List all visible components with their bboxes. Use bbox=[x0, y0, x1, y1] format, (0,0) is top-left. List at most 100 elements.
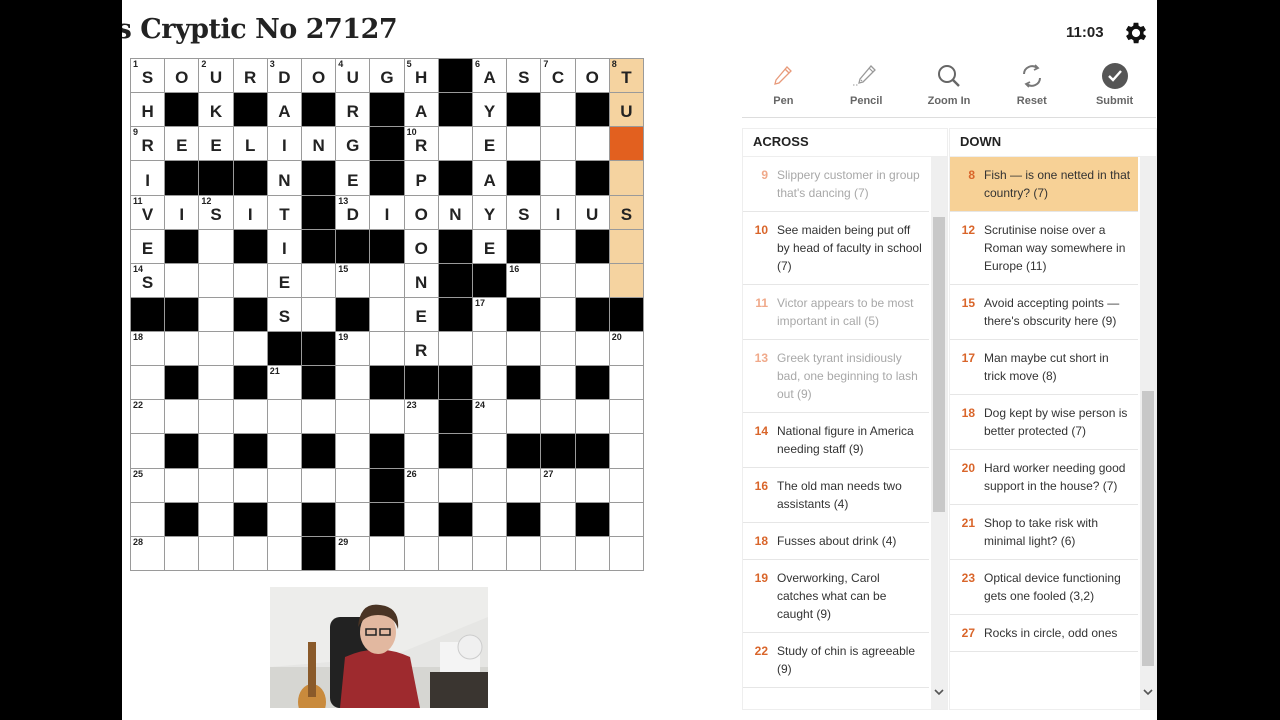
grid-cell[interactable] bbox=[370, 297, 404, 332]
grid-cell[interactable]: O bbox=[404, 195, 438, 229]
grid-cell[interactable]: 23 bbox=[404, 400, 438, 434]
grid-cell[interactable]: 10 R bbox=[404, 127, 438, 161]
grid-cell[interactable] bbox=[302, 400, 336, 434]
grid-cell[interactable]: E bbox=[131, 229, 165, 263]
down-scrollbar[interactable] bbox=[1140, 157, 1156, 709]
grid-cell[interactable] bbox=[575, 400, 609, 434]
grid-cell[interactable]: 25 bbox=[131, 468, 165, 502]
grid-cell[interactable] bbox=[507, 127, 541, 161]
grid-cell[interactable] bbox=[370, 332, 404, 366]
grid-cell[interactable]: K bbox=[199, 93, 233, 127]
grid-cell[interactable] bbox=[370, 400, 404, 434]
grid-cell[interactable]: O bbox=[165, 59, 199, 93]
down-clue-12[interactable]: 12 Scrutinise noise over a Roman way some… bbox=[950, 212, 1138, 285]
across-scrollbar-thumb[interactable] bbox=[933, 217, 945, 512]
grid-cell[interactable] bbox=[404, 536, 438, 570]
gear-icon[interactable] bbox=[1122, 19, 1150, 47]
grid-cell[interactable] bbox=[336, 366, 370, 400]
grid-cell[interactable] bbox=[131, 366, 165, 400]
grid-cell[interactable] bbox=[336, 468, 370, 502]
grid-cell[interactable] bbox=[438, 468, 472, 502]
grid-cell[interactable]: 22 bbox=[131, 400, 165, 434]
across-clue-16[interactable]: 16 The old man needs two assistants (4) bbox=[743, 468, 929, 523]
grid-cell[interactable] bbox=[541, 400, 575, 434]
grid-cell[interactable]: 29 bbox=[336, 536, 370, 570]
grid-cell[interactable] bbox=[507, 536, 541, 570]
down-clue-17[interactable]: 17 Man maybe cut short in trick move (8) bbox=[950, 340, 1138, 395]
grid-cell[interactable]: 20 bbox=[609, 332, 643, 366]
grid-cell[interactable] bbox=[541, 502, 575, 536]
grid-cell[interactable]: 28 bbox=[131, 536, 165, 570]
grid-cell[interactable] bbox=[541, 263, 575, 297]
grid-cell[interactable]: 17 bbox=[473, 297, 507, 332]
grid-cell[interactable] bbox=[199, 434, 233, 468]
grid-cell[interactable] bbox=[473, 332, 507, 366]
grid-cell[interactable]: 11 V bbox=[131, 195, 165, 229]
across-clue-11[interactable]: 11 Victor appears to be most important in… bbox=[743, 285, 929, 340]
grid-cell[interactable] bbox=[199, 366, 233, 400]
grid-cell[interactable]: P bbox=[404, 161, 438, 195]
grid-cell[interactable]: I bbox=[165, 195, 199, 229]
grid-cell[interactable] bbox=[541, 127, 575, 161]
grid-cell[interactable]: R bbox=[233, 59, 267, 93]
down-clue-20[interactable]: 20 Hard worker needing good support in th… bbox=[950, 450, 1138, 505]
grid-cell[interactable]: E bbox=[404, 297, 438, 332]
grid-cell[interactable] bbox=[575, 127, 609, 161]
grid-cell[interactable]: 6A bbox=[473, 59, 507, 93]
grid-cell[interactable]: Y bbox=[473, 195, 507, 229]
grid-cell[interactable] bbox=[404, 502, 438, 536]
grid-cell[interactable]: 13 D bbox=[336, 195, 370, 229]
grid-cell[interactable] bbox=[575, 536, 609, 570]
grid-cell[interactable] bbox=[541, 229, 575, 263]
grid-cell[interactable] bbox=[233, 263, 267, 297]
grid-cell[interactable] bbox=[165, 400, 199, 434]
grid-cell[interactable]: 4U bbox=[336, 59, 370, 93]
grid-cell[interactable]: 8T bbox=[609, 59, 643, 93]
grid-cell[interactable]: N bbox=[302, 127, 336, 161]
grid-cell[interactable]: 1S bbox=[131, 59, 165, 93]
across-scrollbar[interactable] bbox=[931, 157, 947, 709]
across-clue-19[interactable]: 19 Overworking, Carol catches what can be… bbox=[743, 560, 929, 633]
grid-cell[interactable]: O bbox=[575, 59, 609, 93]
grid-cell[interactable] bbox=[302, 297, 336, 332]
grid-cell[interactable] bbox=[302, 263, 336, 297]
down-clue-15[interactable]: 15 Avoid accepting points — there's obscu… bbox=[950, 285, 1138, 340]
grid-cell[interactable] bbox=[438, 536, 472, 570]
grid-cell[interactable] bbox=[575, 468, 609, 502]
grid-cell[interactable] bbox=[165, 332, 199, 366]
grid-cell[interactable] bbox=[473, 502, 507, 536]
grid-cell[interactable]: H bbox=[131, 93, 165, 127]
grid-cell[interactable]: U bbox=[575, 195, 609, 229]
grid-cell[interactable]: 18 bbox=[131, 332, 165, 366]
grid-cell[interactable] bbox=[199, 263, 233, 297]
across-clue-9[interactable]: 9 Slippery customer in group that's danci… bbox=[743, 157, 929, 212]
grid-cell[interactable] bbox=[609, 229, 643, 263]
down-clue-21[interactable]: 21 Shop to take risk with minimal light? … bbox=[950, 505, 1138, 560]
chevron-down-icon[interactable] bbox=[1142, 687, 1154, 697]
grid-cell[interactable] bbox=[473, 366, 507, 400]
pencil-button[interactable]: Pencil bbox=[825, 58, 908, 117]
grid-cell[interactable] bbox=[199, 400, 233, 434]
grid-cell[interactable]: A bbox=[267, 93, 301, 127]
grid-cell[interactable]: E bbox=[473, 127, 507, 161]
grid-cell[interactable]: Y bbox=[473, 93, 507, 127]
down-clue-18[interactable]: 18 Dog kept by wise person is better prot… bbox=[950, 395, 1138, 450]
grid-cell[interactable]: E bbox=[336, 161, 370, 195]
grid-cell[interactable]: 3D bbox=[267, 59, 301, 93]
chevron-down-icon[interactable] bbox=[933, 687, 945, 697]
grid-cell[interactable] bbox=[165, 263, 199, 297]
grid-cell[interactable]: 7C bbox=[541, 59, 575, 93]
grid-cell[interactable]: S bbox=[267, 297, 301, 332]
grid-cell[interactable] bbox=[165, 468, 199, 502]
grid-cell[interactable] bbox=[541, 93, 575, 127]
grid-cell[interactable]: 2U bbox=[199, 59, 233, 93]
grid-cell[interactable]: 21 bbox=[267, 366, 301, 400]
grid-cell[interactable] bbox=[233, 468, 267, 502]
grid-cell[interactable]: I bbox=[370, 195, 404, 229]
across-clue-10[interactable]: 10 See maiden being put off by head of fa… bbox=[743, 212, 929, 285]
grid-cell[interactable] bbox=[507, 400, 541, 434]
grid-cell[interactable]: N bbox=[404, 263, 438, 297]
grid-cell[interactable]: R bbox=[336, 93, 370, 127]
grid-cell[interactable]: A bbox=[404, 93, 438, 127]
zoom-button[interactable]: Zoom In bbox=[908, 58, 991, 117]
